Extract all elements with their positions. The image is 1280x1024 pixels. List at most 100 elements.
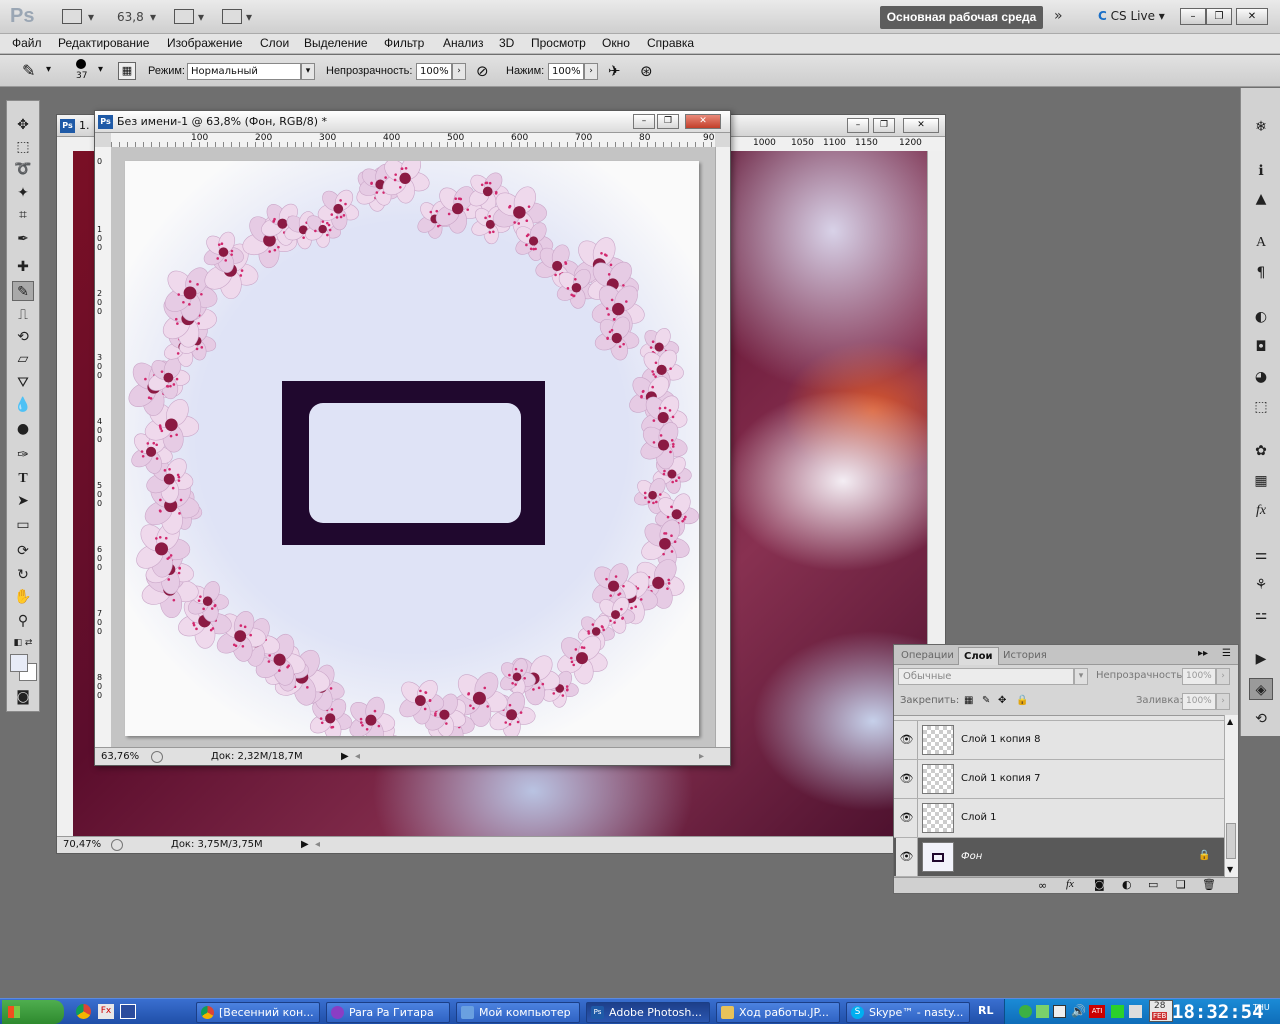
eraser-tool-icon[interactable]: ▱: [12, 349, 34, 369]
clone-source-panel-icon[interactable]: ⚘: [1249, 574, 1273, 596]
tab-actions[interactable]: Операции: [896, 647, 959, 665]
zoom-level-display[interactable]: 63,8: [117, 10, 144, 24]
flow-slider-icon[interactable]: ›: [584, 63, 598, 80]
arrange-documents-icon[interactable]: [174, 9, 194, 24]
crop-tool-icon[interactable]: ⌗: [12, 205, 34, 225]
3d-orbit-tool-icon[interactable]: ↻: [12, 565, 34, 585]
tray-ati-icon[interactable]: ATI: [1089, 1005, 1105, 1018]
scroll-up-icon[interactable]: ▲: [1227, 717, 1233, 726]
tool-presets-panel-icon[interactable]: ⚍: [1249, 604, 1273, 626]
brush-dropdown-icon[interactable]: ▾: [98, 64, 103, 75]
taskbar-item[interactable]: [Весенний кон...: [196, 1002, 320, 1023]
menu-edit[interactable]: Редактирование: [58, 36, 149, 50]
layer-row[interactable]: 👁 Слой 1 копия 7: [894, 760, 1224, 799]
lock-pixels-icon[interactable]: ✎: [982, 695, 990, 706]
add-mask-icon[interactable]: ◙: [1094, 878, 1105, 891]
blend-mode-dropdown-icon[interactable]: ▾: [301, 63, 315, 80]
healing-brush-tool-icon[interactable]: ✚: [12, 257, 34, 277]
doc-minimize-button[interactable]: –: [847, 118, 869, 133]
screen-mode-dropdown-icon[interactable]: ▾: [246, 10, 252, 24]
quick-mask-icon[interactable]: ◙: [12, 687, 34, 707]
menu-file[interactable]: Файл: [12, 36, 42, 50]
layer-row[interactable]: 👁 Слой 1 копия 8: [894, 721, 1224, 760]
image-canvas[interactable]: [125, 161, 699, 736]
link-layers-icon[interactable]: ∞: [1038, 879, 1047, 892]
dodge-tool-icon[interactable]: ●: [12, 419, 34, 439]
brush-presets-panel-icon[interactable]: ⚌: [1249, 544, 1273, 566]
layer-blend-mode-select[interactable]: Обычные: [898, 668, 1074, 685]
scroll-down-icon[interactable]: ▼: [1227, 865, 1233, 874]
tab-history[interactable]: История: [998, 647, 1052, 665]
visibility-eye-icon[interactable]: 👁: [896, 760, 918, 798]
info-panel-icon[interactable]: ℹ: [1249, 160, 1273, 182]
dropdown-arrow-icon[interactable]: ▾: [88, 10, 94, 24]
status-menu-arrow-icon[interactable]: ▶: [341, 749, 349, 765]
language-indicator[interactable]: RL: [978, 1004, 993, 1017]
menu-layers[interactable]: Слои: [260, 36, 289, 50]
zoom-field-photo[interactable]: 70,47%: [63, 837, 101, 853]
menu-window[interactable]: Окно: [602, 36, 630, 50]
app-minimize-button[interactable]: –: [1180, 8, 1206, 25]
brush-tool-icon[interactable]: ✎: [12, 281, 34, 301]
app-close-button[interactable]: ✕: [1236, 8, 1268, 25]
scroll-left-icon[interactable]: ◂: [355, 749, 360, 765]
status-info-icon[interactable]: [111, 839, 123, 851]
hand-tool-icon[interactable]: ✋: [12, 587, 34, 607]
lasso-tool-icon[interactable]: ➰: [12, 159, 34, 179]
fx-icon[interactable]: fx: [1066, 878, 1074, 890]
zoom-dropdown-icon[interactable]: ▾: [150, 10, 156, 24]
path-selection-tool-icon[interactable]: ➤: [12, 491, 34, 511]
blend-dropdown-icon[interactable]: ▾: [1074, 668, 1088, 685]
app-maximize-button[interactable]: ❐: [1206, 8, 1232, 25]
foxit-quicklaunch-icon[interactable]: Fx: [98, 1004, 114, 1019]
new-group-icon[interactable]: ▭: [1148, 878, 1158, 891]
lock-transparency-icon[interactable]: ▦: [964, 695, 973, 706]
tray-network-icon[interactable]: [1036, 1005, 1049, 1018]
menu-analysis[interactable]: Анализ: [443, 36, 484, 50]
move-tool-icon[interactable]: ✥: [12, 115, 34, 135]
document-window-untitled[interactable]: Ps Без имени-1 @ 63,8% (Фон, RGB/8) * – …: [94, 110, 731, 766]
layer-opacity-arrow-icon[interactable]: ›: [1216, 668, 1230, 685]
menu-view[interactable]: Просмотр: [531, 36, 586, 50]
foreground-color-swatch[interactable]: [10, 654, 28, 672]
rectangle-tool-icon[interactable]: ▭: [12, 515, 34, 535]
fill-field[interactable]: 100%: [1182, 693, 1216, 710]
lock-position-icon[interactable]: ✥: [998, 695, 1006, 706]
tray-green-icon[interactable]: [1111, 1005, 1124, 1018]
document-title-bar-untitled[interactable]: Ps Без имени-1 @ 63,8% (Фон, RGB/8) * – …: [95, 111, 730, 133]
new-layer-icon[interactable]: ❏: [1176, 878, 1186, 891]
screen-mode-icon[interactable]: [222, 9, 242, 24]
pen-tool-icon[interactable]: ✑: [12, 445, 34, 465]
menu-3d[interactable]: 3D: [499, 36, 514, 50]
menu-help[interactable]: Справка: [647, 36, 694, 50]
taskbar-item-active[interactable]: Ps Adobe Photosh...: [586, 1002, 710, 1023]
panel-menu-icon[interactable]: ☰: [1222, 648, 1231, 659]
tablet-size-icon[interactable]: ⊛: [640, 62, 653, 80]
airbrush-icon[interactable]: ✈: [608, 62, 621, 80]
paint-bucket-tool-icon[interactable]: ⛛: [12, 373, 34, 393]
status-menu-arrow-icon[interactable]: ▶: [301, 837, 309, 853]
fx-panel-icon[interactable]: fx: [1249, 500, 1273, 522]
taskbar-clock[interactable]: 18:32:54: [1172, 1001, 1264, 1023]
show-desktop-icon[interactable]: [120, 1004, 136, 1019]
styles-panel-icon[interactable]: ▦: [1249, 470, 1273, 492]
layer-list-scrollbar[interactable]: ▲ ▼: [1224, 715, 1238, 877]
layer-row-selected[interactable]: 👁 Фон 🔒: [894, 838, 1224, 877]
brush-panel-toggle-icon[interactable]: ▦: [118, 62, 136, 80]
3d-rotate-tool-icon[interactable]: ⟳: [12, 541, 34, 561]
flow-field[interactable]: 100%: [548, 63, 584, 80]
scroll-thumb[interactable]: [1226, 823, 1236, 859]
eyedropper-tool-icon[interactable]: ✒: [12, 229, 34, 249]
doc-maximize-button[interactable]: ❐: [657, 114, 679, 129]
tray-calendar-icon[interactable]: 28 FEB: [1149, 1000, 1173, 1022]
more-workspaces-icon[interactable]: »: [1054, 8, 1063, 24]
workspace-switcher-button[interactable]: Основная рабочая среда: [880, 6, 1043, 29]
paragraph-panel-icon[interactable]: ¶: [1249, 262, 1273, 284]
tray-volume-icon[interactable]: 🔊: [1071, 1004, 1086, 1018]
layers-panel-icon[interactable]: ◈: [1249, 678, 1273, 700]
history-brush-tool-icon[interactable]: ⟲: [12, 327, 34, 347]
menu-select[interactable]: Выделение: [304, 36, 368, 50]
zoom-tool-icon[interactable]: ⚲: [12, 611, 34, 631]
doc-minimize-button[interactable]: –: [633, 114, 655, 129]
brush-preview-icon[interactable]: [76, 59, 86, 69]
